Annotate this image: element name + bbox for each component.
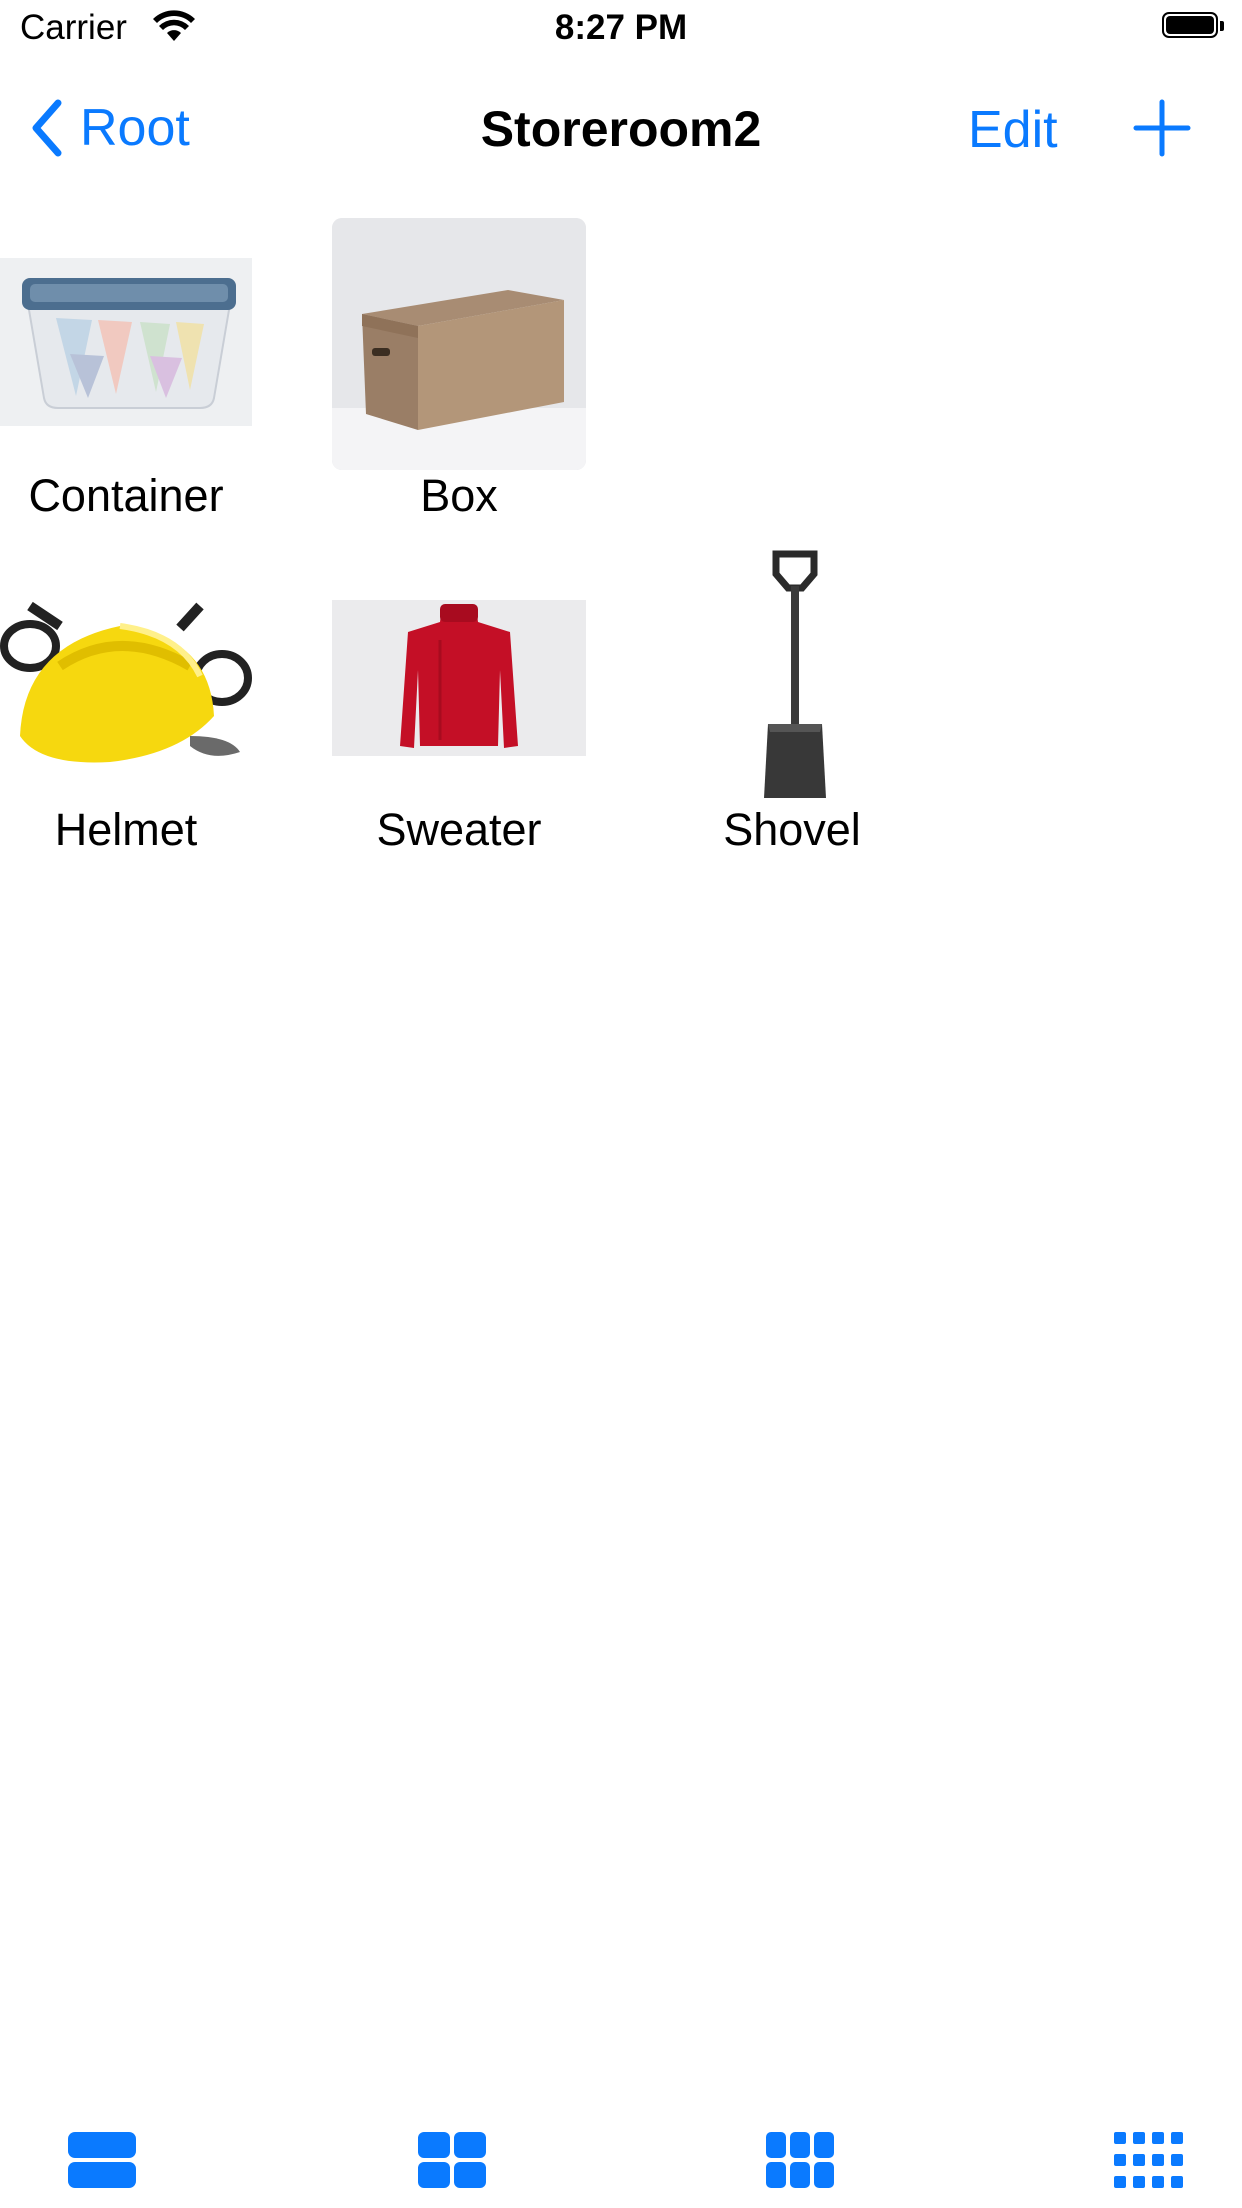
navigation-bar: Root Storeroom2 Edit	[0, 62, 1242, 192]
shovel-photo	[742, 548, 848, 804]
one-column-layout-icon	[68, 2132, 136, 2188]
add-button[interactable]	[1132, 98, 1192, 163]
item-label: Box	[420, 470, 498, 521]
battery-icon	[1162, 12, 1226, 42]
cardboard-box-photo	[332, 218, 586, 470]
tab-two-column[interactable]	[416, 2130, 488, 2190]
two-column-layout-icon	[418, 2132, 486, 2188]
four-column-layout-icon	[1114, 2132, 1183, 2188]
edit-button[interactable]: Edit	[968, 100, 1058, 160]
status-bar: Carrier 8:27 PM	[0, 0, 1242, 62]
tab-four-column[interactable]	[1112, 2130, 1184, 2190]
red-sweater-photo	[332, 600, 586, 756]
item-label: Container	[28, 470, 224, 521]
item-label: Helmet	[54, 804, 198, 855]
plus-icon	[1133, 99, 1191, 157]
three-column-layout-icon	[766, 2132, 834, 2188]
layout-tab-bar	[0, 2110, 1242, 2208]
status-time: 8:27 PM	[554, 8, 688, 47]
tab-three-column[interactable]	[764, 2130, 836, 2190]
item-label: Sweater	[376, 804, 542, 855]
item-label: Shovel	[723, 804, 861, 855]
plastic-container-photo	[0, 258, 252, 426]
tab-one-column[interactable]	[66, 2130, 138, 2190]
yellow-helmet-photo	[0, 586, 252, 776]
